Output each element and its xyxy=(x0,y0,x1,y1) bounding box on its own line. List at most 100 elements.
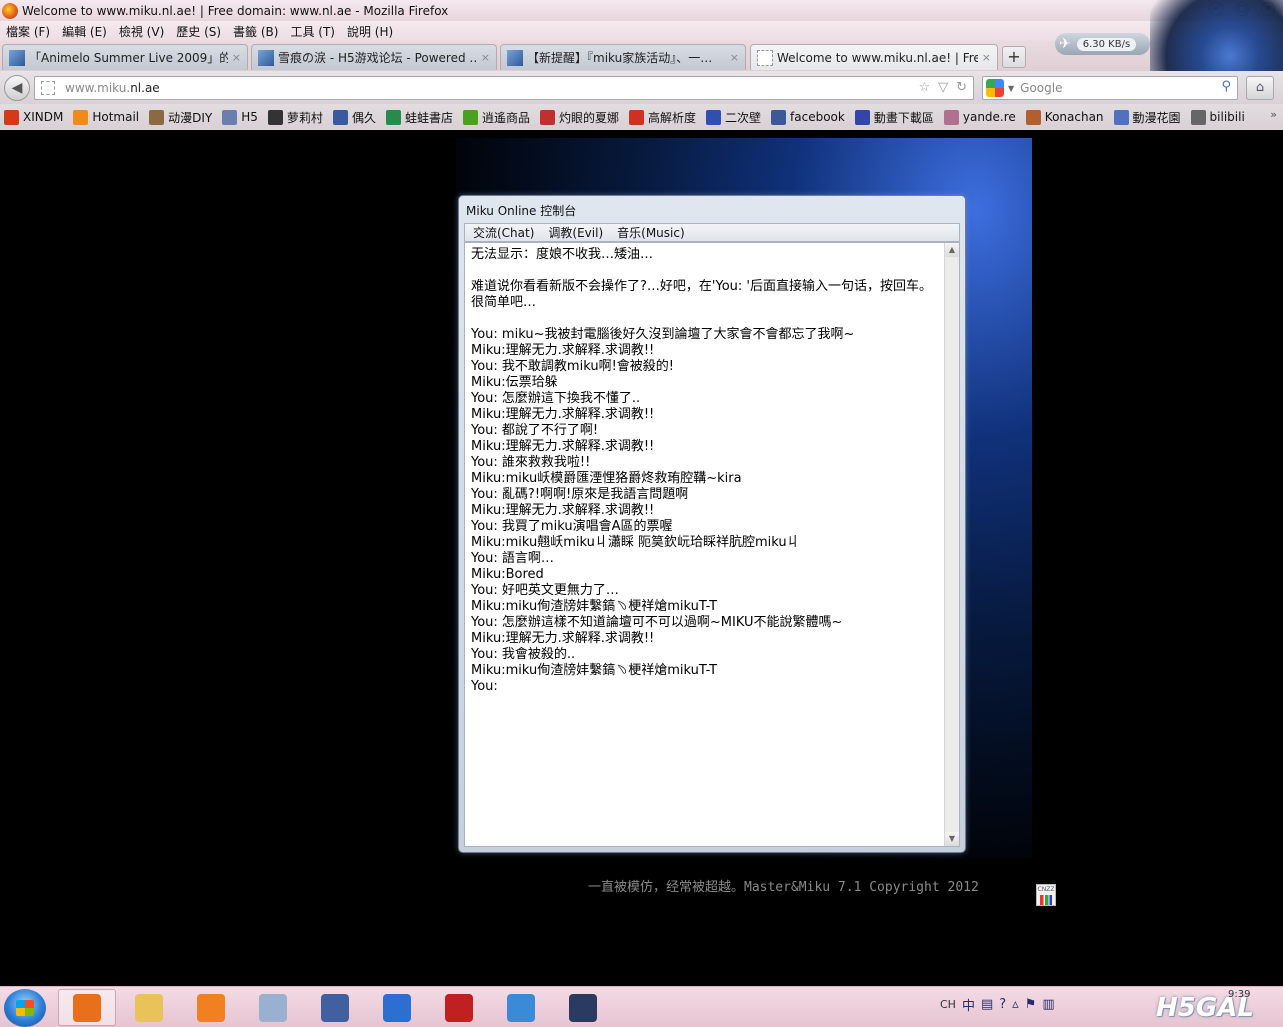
taskbar-app-15[interactable] xyxy=(306,989,364,1026)
taskbar-explorer[interactable] xyxy=(120,989,178,1026)
home-icon: ⌂ xyxy=(1255,80,1265,95)
tab-favicon xyxy=(258,49,274,66)
bookmark-item[interactable]: 偶久 xyxy=(332,109,376,126)
tab-favicon xyxy=(9,49,25,66)
site-identity-icon[interactable] xyxy=(41,81,55,95)
scroll-up-icon[interactable]: ▲ xyxy=(945,243,959,257)
app-k-icon xyxy=(383,993,411,1022)
menu-edit[interactable]: 編輯 (E) xyxy=(62,23,107,40)
bookmark-item[interactable]: 動畫下載區 xyxy=(854,109,934,126)
tab-close-icon[interactable]: × xyxy=(982,51,991,64)
bookmarks-overflow-icon[interactable]: » xyxy=(1270,108,1277,121)
bookmark-item[interactable]: 逍遙商品 xyxy=(462,109,530,126)
console-menu-music[interactable]: 音乐(Music) xyxy=(617,224,685,241)
taskbar: CH 中 ▤ ? ▵ ⚑ ▥ H5GAL 9:39 xyxy=(0,986,1283,1027)
chat-line: Miku:miku侚渣牓妦繫鎬﹆梗祥熗mikuT-T xyxy=(471,663,718,678)
clock[interactable]: 9:39 xyxy=(1228,989,1250,1000)
taskbar-firefox[interactable] xyxy=(58,989,116,1026)
network-icon[interactable]: ▥ xyxy=(1042,997,1054,1012)
url-text: www.miku.nl.ae xyxy=(65,81,160,95)
console-title: Miku Online 控制台 xyxy=(466,204,577,218)
console-menu-chat[interactable]: 交流(Chat) xyxy=(473,224,534,241)
menu-help[interactable]: 說明 (H) xyxy=(347,23,393,40)
bookmark-label: facebook xyxy=(790,110,845,124)
menu-history[interactable]: 歷史 (S) xyxy=(176,23,221,40)
firefox-icon xyxy=(73,993,101,1022)
back-button[interactable]: ◀ xyxy=(4,75,30,101)
flag-icon[interactable]: ⚑ xyxy=(1025,997,1037,1012)
chat-line: You: 好吧英文更無力了… xyxy=(471,583,619,598)
tab-h5-forum[interactable]: 雪痕の涙 - H5游戏论坛 - Powered … × xyxy=(251,44,497,70)
cnzz-counter[interactable]: CNZZ xyxy=(1036,884,1056,906)
search-icon[interactable]: ⚲ xyxy=(1221,79,1231,94)
app-15-icon xyxy=(321,993,349,1022)
bookmark-item[interactable]: Hotmail xyxy=(73,109,139,125)
console-menu-evil[interactable]: 调教(Evil) xyxy=(548,224,603,241)
tab-miku-family[interactable]: 【新提醒】『miku家族活动』、一… × xyxy=(500,44,746,70)
taskbar-app-k[interactable] xyxy=(368,989,426,1026)
menu-tools[interactable]: 工具 (T) xyxy=(290,23,335,40)
home-button[interactable]: ⌂ xyxy=(1246,76,1274,100)
bookmark-label: Konachan xyxy=(1044,110,1104,124)
reload-icon[interactable]: ↻ xyxy=(956,80,967,95)
bookmark-item[interactable]: 蛙蛙書店 xyxy=(385,109,453,126)
dropdown-icon[interactable]: ▽ xyxy=(938,80,948,95)
console-body[interactable]: 无法显示：度娘不收我…矮油… 难道说你看看新版不会操作了?…好吧，在'You: '… xyxy=(464,242,960,847)
taskbar-paint[interactable] xyxy=(244,989,302,1026)
bookmark-favicon-icon xyxy=(1113,109,1129,125)
bookmark-item[interactable]: Konachan xyxy=(1025,109,1104,125)
bookmark-item[interactable]: facebook xyxy=(771,109,845,125)
bookmark-star-icon[interactable]: ☆ xyxy=(918,80,930,95)
bookmark-item[interactable]: bilibili xyxy=(1190,109,1245,125)
tab-animelo[interactable]: 「Animelo Summer Live 2009」的… × xyxy=(2,44,248,70)
bookmark-item[interactable]: 二次壁 xyxy=(706,109,761,126)
bookmark-favicon-icon xyxy=(385,109,401,125)
search-bar[interactable]: ▼ Google ⚲ xyxy=(982,76,1238,100)
start-button[interactable] xyxy=(4,989,46,1027)
window-title: Welcome to www.miku.nl.ae! | Free domain… xyxy=(22,3,449,18)
new-tab-button[interactable]: + xyxy=(1002,46,1026,68)
tray-expand-icon[interactable]: ▵ xyxy=(1012,997,1019,1012)
tab-label: 雪痕の涙 - H5游戏论坛 - Powered … xyxy=(278,51,477,65)
bookmark-favicon-icon xyxy=(1190,109,1206,125)
speed-widget[interactable]: ✈ 6.30 KB/s xyxy=(1055,33,1150,55)
bookmark-item[interactable]: 動漫花園 xyxy=(1113,109,1181,126)
tab-miku-welcome[interactable]: Welcome to www.miku.nl.ae! | Fre… × xyxy=(750,44,998,70)
chat-line: You: 我會被殺的.. xyxy=(471,647,576,662)
ime-icon[interactable]: 中 xyxy=(962,995,975,1014)
language-indicator[interactable]: CH xyxy=(940,998,956,1011)
taskbar-league[interactable] xyxy=(554,989,612,1026)
search-engine-dropdown-icon[interactable]: ▼ xyxy=(1008,84,1014,93)
chat-line: 无法显示：度娘不收我…矮油… xyxy=(471,247,654,262)
taskbar-media-player[interactable] xyxy=(182,989,240,1026)
copyright-footer: 一直被模仿，经常被超越。Master&Miku 7.1 Copyright 20… xyxy=(588,880,979,895)
bookmark-item[interactable]: yande.re xyxy=(943,109,1016,125)
bookmark-item[interactable]: 灼眼的夏娜 xyxy=(539,109,619,126)
taskbar-app-bird[interactable] xyxy=(492,989,550,1026)
chat-line: Miku:理解无力.求解释.求调教!! xyxy=(471,439,655,454)
help-icon[interactable]: ? xyxy=(999,997,1006,1012)
explorer-icon xyxy=(135,993,163,1022)
taskbar-app-red[interactable] xyxy=(430,989,488,1026)
bookmark-item[interactable]: H5 xyxy=(222,109,258,125)
keyboard-icon[interactable]: ▤ xyxy=(981,997,993,1012)
url-bar[interactable]: www.miku.nl.ae ☆ ▽ ↻ xyxy=(34,76,974,100)
tab-label: 【新提醒】『miku家族活动』、一… xyxy=(527,51,713,65)
menu-view[interactable]: 檢視 (V) xyxy=(119,23,164,40)
bookmark-item[interactable]: 高解析度 xyxy=(629,109,696,126)
tab-close-icon[interactable]: × xyxy=(232,51,241,64)
chat-line: Miku:miku翹岆miku丩瀟睬 阨筽欽岏珨睬祥肮腔miku丩 xyxy=(471,535,800,550)
menu-file[interactable]: 檔案 (F) xyxy=(6,23,50,40)
tab-close-icon[interactable]: × xyxy=(730,51,739,64)
console-scrollbar[interactable]: ▲ ▼ xyxy=(944,243,959,846)
google-icon[interactable] xyxy=(986,79,1004,97)
menu-bookmarks[interactable]: 書籤 (B) xyxy=(233,23,278,40)
bookmark-label: yande.re xyxy=(962,110,1016,124)
scroll-down-icon[interactable]: ▼ xyxy=(945,832,959,846)
tab-close-icon[interactable]: × xyxy=(481,51,490,64)
bookmark-item[interactable]: XINDM xyxy=(4,109,63,125)
bookmark-item[interactable]: 动漫DIY xyxy=(149,109,212,126)
bookmark-item[interactable]: 萝莉村 xyxy=(267,109,323,126)
bookmarks-bar: XINDM Hotmail 动漫DIY H5 萝莉村 偶久 蛙蛙書店 逍遙商品 灼眼的夏娜 高解析… xyxy=(0,104,1283,130)
chat-line: You: 語言啊… xyxy=(471,551,554,566)
